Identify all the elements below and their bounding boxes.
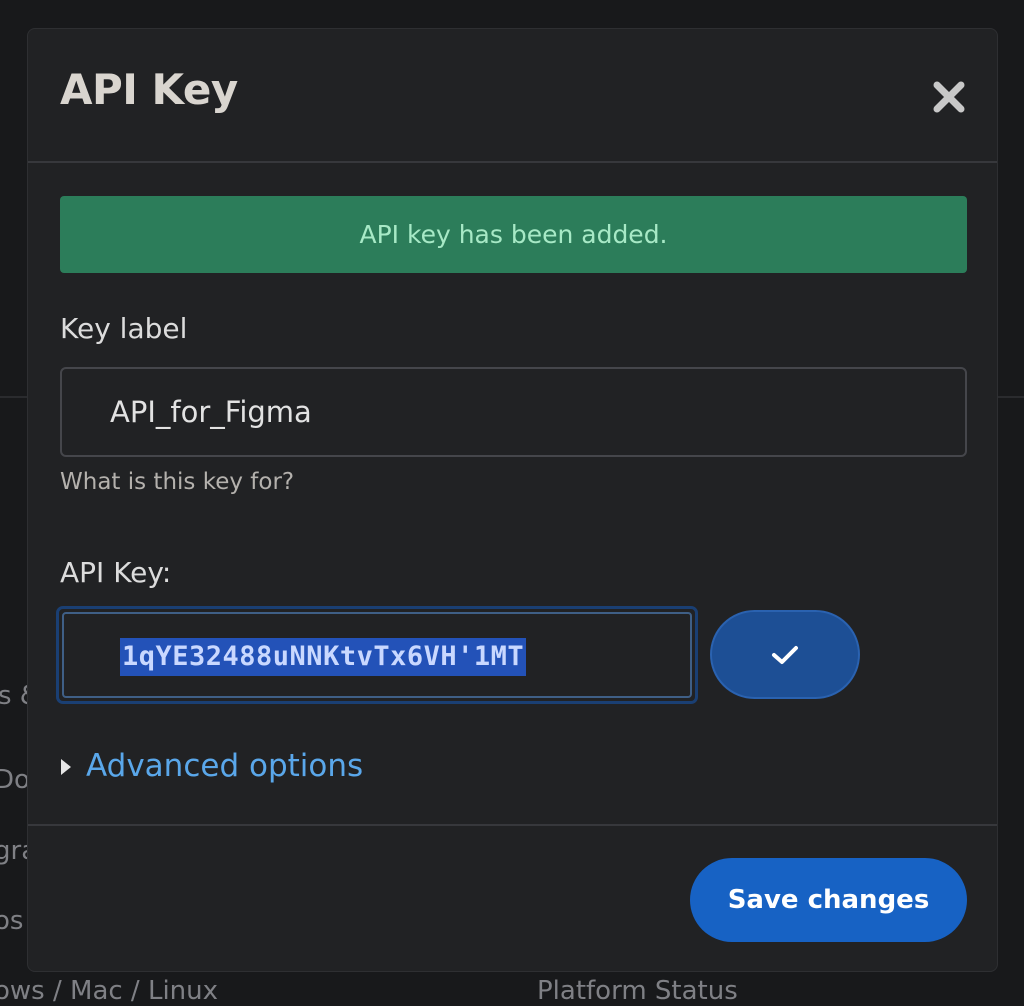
api-key-modal: API Key API key has been added. Key labe…	[27, 28, 998, 972]
close-icon[interactable]	[931, 79, 967, 115]
modal-title: API Key	[60, 65, 238, 114]
background-text-fragment: os	[0, 906, 24, 936]
background-link-os[interactable]: ows / Mac / Linux	[0, 978, 218, 1004]
advanced-options-label[interactable]: Advanced options	[86, 751, 363, 782]
confirm-key-button[interactable]	[710, 610, 860, 699]
modal-header: API Key	[28, 29, 997, 163]
api-key-label: API Key:	[60, 556, 172, 589]
footer-divider	[28, 824, 997, 826]
key-label-label: Key label	[60, 312, 188, 345]
advanced-options-toggle[interactable]: Advanced options	[60, 751, 363, 782]
api-key-value-selected[interactable]: 1qYE32488uNNKtvTx6VH'1MT	[120, 638, 527, 676]
check-icon	[772, 645, 798, 664]
background-link-platform-status[interactable]: Platform Status	[537, 978, 738, 1004]
key-label-help-text: What is this key for?	[60, 469, 295, 495]
api-key-field[interactable]: 1qYE32488uNNKtvTx6VH'1MT	[62, 612, 692, 698]
api-key-field-focus-ring: 1qYE32488uNNKtvTx6VH'1MT	[56, 606, 698, 704]
save-changes-button[interactable]: Save changes	[690, 858, 967, 942]
triangle-right-icon	[61, 758, 71, 775]
key-label-input[interactable]	[60, 367, 967, 457]
alert-text: API key has been added.	[359, 220, 668, 249]
success-alert: API key has been added.	[60, 196, 967, 273]
